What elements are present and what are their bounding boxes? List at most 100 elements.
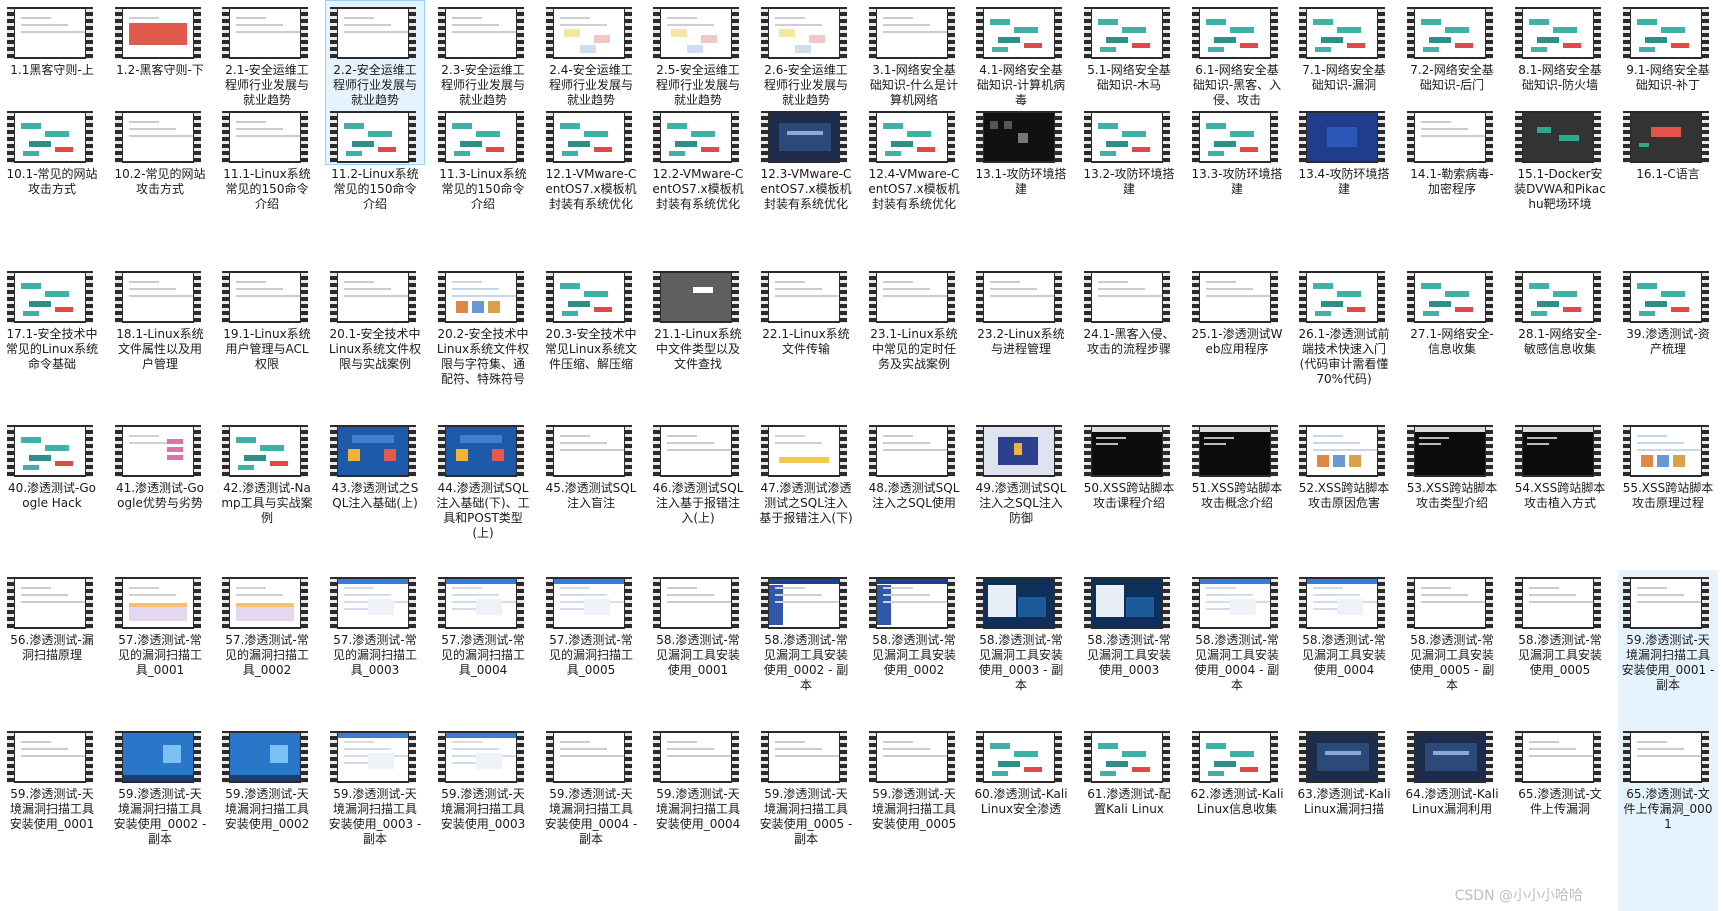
video-file-item[interactable]: 21.1-Linux系统中文件类型以及文件查找 xyxy=(648,264,748,429)
video-file-item[interactable]: 23.2-Linux系统与进程管理 xyxy=(971,264,1071,429)
video-file-item[interactable]: 18.1-Linux系统文件属性以及用户管理 xyxy=(110,264,210,429)
video-file-item[interactable]: 10.1-常见的网站攻击方式 xyxy=(2,104,102,269)
video-file-item[interactable]: 25.1-渗透测试Web应用程序 xyxy=(1187,264,1287,429)
film-strip-icon xyxy=(194,577,201,629)
video-file-item[interactable]: 53.XSS跨站脚本攻击类型介绍 xyxy=(1402,418,1502,583)
video-file-item[interactable]: 47.渗透测试渗透测试之SQL注入基于报错注入(下) xyxy=(756,418,856,583)
video-file-item[interactable]: 10.2-常见的网站攻击方式 xyxy=(110,104,210,269)
video-file-item[interactable]: 57.渗透测试-常见的漏洞扫描工具_0002 xyxy=(217,570,317,735)
video-file-item[interactable]: 59.渗透测试-天境漏洞扫描工具安装使用_0003 - 副本 xyxy=(325,724,425,911)
video-file-item[interactable]: 55.XSS跨站脚本攻击原理过程 xyxy=(1618,418,1718,583)
video-file-item[interactable]: 17.1-安全技术中常见的Linux系统命令基础 xyxy=(2,264,102,429)
film-strip-icon xyxy=(1192,7,1199,59)
video-file-item[interactable]: 54.XSS跨站脚本攻击植入方式 xyxy=(1510,418,1610,583)
video-file-item[interactable]: 20.1-安全技术中Linux系统文件权限与实战案例 xyxy=(325,264,425,429)
film-strip-icon xyxy=(869,425,876,477)
video-preview-frame xyxy=(1415,113,1485,161)
video-file-item[interactable]: 57.渗透测试-常见的漏洞扫描工具_0003 xyxy=(325,570,425,735)
video-file-item[interactable]: 58.渗透测试-常见漏洞工具安装使用_0005 - 副本 xyxy=(1402,570,1502,735)
video-file-item[interactable]: 57.渗透测试-常见的漏洞扫描工具_0004 xyxy=(433,570,533,735)
video-file-item[interactable]: 59.渗透测试-天境漏洞扫描工具安装使用_0001 xyxy=(2,724,102,911)
video-file-item[interactable]: 23.1-Linux系统中常见的定时任务及实战案例 xyxy=(864,264,964,429)
video-thumbnail xyxy=(1299,111,1385,163)
video-file-item[interactable]: 20.3-安全技术中常见Linux系统文件压缩、解压缩 xyxy=(541,264,641,429)
video-file-item[interactable]: 60.渗透测试-Kali Linux安全渗透 xyxy=(971,724,1071,911)
video-file-item[interactable]: 48.渗透测试SQL注入之SQL使用 xyxy=(864,418,964,583)
video-file-item[interactable]: 22.1-Linux系统文件传输 xyxy=(756,264,856,429)
video-file-item[interactable]: 44.渗透测试SQL注入基础(下)、工具和POST类型(上) xyxy=(433,418,533,583)
video-file-item[interactable]: 13.2-攻防环境搭建 xyxy=(1079,104,1179,269)
video-file-item[interactable]: 59.渗透测试-天境漏洞扫描工具安装使用_0004 xyxy=(648,724,748,911)
video-file-item[interactable]: 43.渗透测试之SQL注入基础(上) xyxy=(325,418,425,583)
video-file-item[interactable]: 59.渗透测试-天境漏洞扫描工具安装使用_0005 - 副本 xyxy=(756,724,856,911)
video-file-item[interactable]: 12.3-VMware-CentOS7.x模板机封装有系统优化 xyxy=(756,104,856,269)
film-strip-icon xyxy=(517,577,524,629)
video-file-item[interactable]: 59.渗透测试-天境漏洞扫描工具安装使用_0003 xyxy=(433,724,533,911)
video-file-item[interactable]: 59.渗透测试-天境漏洞扫描工具安装使用_0004 - 副本 xyxy=(541,724,641,911)
video-file-item[interactable]: 58.渗透测试-常见漏洞工具安装使用_0001 xyxy=(648,570,748,735)
video-file-item[interactable]: 65.渗透测试-文件上传漏洞_0001 xyxy=(1618,724,1718,911)
film-strip-icon xyxy=(7,731,14,783)
video-thumbnail xyxy=(7,577,93,629)
video-thumbnail xyxy=(1407,111,1493,163)
video-file-item[interactable]: 49.渗透测试SQL注入之SQL注入防御 xyxy=(971,418,1071,583)
video-file-item[interactable]: 11.3-Linux系统常见的150命令介绍 xyxy=(433,104,533,269)
video-file-item[interactable]: 11.2-Linux系统常见的150命令介绍 xyxy=(325,104,425,269)
video-file-item[interactable]: 41.渗透测试-Google优势与劣势 xyxy=(110,418,210,583)
video-file-item[interactable]: 12.2-VMware-CentOS7.x模板机封装有系统优化 xyxy=(648,104,748,269)
video-file-item[interactable]: 13.1-攻防环境搭建 xyxy=(971,104,1071,269)
video-file-item[interactable]: 45.渗透测试SQL注入盲注 xyxy=(541,418,641,583)
video-thumbnail xyxy=(976,111,1062,163)
video-file-item[interactable]: 52.XSS跨站脚本攻击原因危害 xyxy=(1294,418,1394,583)
video-file-item[interactable]: 11.1-Linux系统常见的150命令介绍 xyxy=(217,104,317,269)
video-file-name: 59.渗透测试-天境漏洞扫描工具安装使用_0001 xyxy=(9,787,95,831)
video-file-item[interactable]: 58.渗透测试-常见漏洞工具安装使用_0004 - 副本 xyxy=(1187,570,1287,735)
video-file-item[interactable]: 42.渗透测试-Namp工具与实战案例 xyxy=(217,418,317,583)
video-file-item[interactable]: 19.1-Linux系统用户管理与ACL权限 xyxy=(217,264,317,429)
video-file-item[interactable]: 20.2-安全技术中Linux系统文件权限与字符集、通配符、特殊符号 xyxy=(433,264,533,429)
video-file-item[interactable]: 13.4-攻防环境搭建 xyxy=(1294,104,1394,269)
video-file-item[interactable]: 14.1-勒索病毒-加密程序 xyxy=(1402,104,1502,269)
film-strip-icon xyxy=(976,271,983,323)
video-file-item[interactable]: 57.渗透测试-常见的漏洞扫描工具_0001 xyxy=(110,570,210,735)
video-file-item[interactable]: 56.渗透测试-漏洞扫描原理 xyxy=(2,570,102,735)
film-strip-icon xyxy=(517,731,524,783)
video-file-item[interactable]: 62.渗透测试-Kali Linux信息收集 xyxy=(1187,724,1287,911)
video-file-item[interactable]: 58.渗透测试-常见漏洞工具安装使用_0002 - 副本 xyxy=(756,570,856,735)
film-strip-icon xyxy=(761,7,768,59)
video-file-item[interactable]: 58.渗透测试-常见漏洞工具安装使用_0003 - 副本 xyxy=(971,570,1071,735)
video-file-item[interactable]: 63.渗透测试-Kali Linux漏洞扫描 xyxy=(1294,724,1394,911)
film-strip-icon xyxy=(732,7,739,59)
film-strip-icon xyxy=(625,425,632,477)
video-file-item[interactable]: 57.渗透测试-常见的漏洞扫描工具_0005 xyxy=(541,570,641,735)
video-file-item[interactable]: 58.渗透测试-常见漏洞工具安装使用_0004 xyxy=(1294,570,1394,735)
video-file-item[interactable]: 12.4-VMware-CentOS7.x模板机封装有系统优化 xyxy=(864,104,964,269)
video-file-item[interactable]: 27.1-网络安全-信息收集 xyxy=(1402,264,1502,429)
video-file-item[interactable]: 28.1-网络安全-敏感信息收集 xyxy=(1510,264,1610,429)
film-strip-icon xyxy=(761,731,768,783)
video-file-item[interactable]: 46.渗透测试SQL注入基于报错注入(上) xyxy=(648,418,748,583)
video-file-item[interactable]: 58.渗透测试-常见漏洞工具安装使用_0005 xyxy=(1510,570,1610,735)
video-file-item[interactable]: 59.渗透测试-天境漏洞扫描工具安装使用_0002 xyxy=(217,724,317,911)
video-file-item[interactable]: 58.渗透测试-常见漏洞工具安装使用_0002 xyxy=(864,570,964,735)
video-file-item[interactable]: 59.渗透测试-天境漏洞扫描工具安装使用_0001 - 副本 xyxy=(1618,570,1718,735)
video-file-item[interactable]: 59.渗透测试-天境漏洞扫描工具安装使用_0002 - 副本 xyxy=(110,724,210,911)
video-file-item[interactable]: 50.XSS跨站脚本攻击课程介绍 xyxy=(1079,418,1179,583)
video-file-item[interactable]: 64.渗透测试-Kali Linux漏洞利用 xyxy=(1402,724,1502,911)
video-file-item[interactable]: 51.XSS跨站脚本攻击概念介绍 xyxy=(1187,418,1287,583)
video-file-item[interactable]: 58.渗透测试-常见漏洞工具安装使用_0003 xyxy=(1079,570,1179,735)
video-preview-frame xyxy=(661,427,731,475)
video-preview-frame xyxy=(230,273,300,321)
video-file-item[interactable]: 12.1-VMware-CentOS7.x模板机封装有系统优化 xyxy=(541,104,641,269)
video-file-item[interactable]: 40.渗透测试-Google Hack xyxy=(2,418,102,583)
video-file-item[interactable]: 13.3-攻防环境搭建 xyxy=(1187,104,1287,269)
video-preview-frame xyxy=(1307,113,1377,161)
video-file-item[interactable]: 24.1-黑客入侵、攻击的流程步骤 xyxy=(1079,264,1179,429)
video-file-item[interactable]: 26.1-渗透测试前端技术快速入门(代码审计需看懂70%代码) xyxy=(1294,264,1394,429)
video-file-item[interactable]: 61.渗透测试-配置Kali Linux xyxy=(1079,724,1179,911)
video-file-item[interactable]: 15.1-Docker安装DVWA和Pikachu靶场环境 xyxy=(1510,104,1610,269)
video-file-item[interactable]: 65.渗透测试-文件上传漏洞 xyxy=(1510,724,1610,911)
video-file-item[interactable]: 16.1-C语言 xyxy=(1618,104,1718,269)
video-file-item[interactable]: 39.渗透测试-资产梳理 xyxy=(1618,264,1718,429)
video-file-item[interactable]: 59.渗透测试-天境漏洞扫描工具安装使用_0005 xyxy=(864,724,964,911)
